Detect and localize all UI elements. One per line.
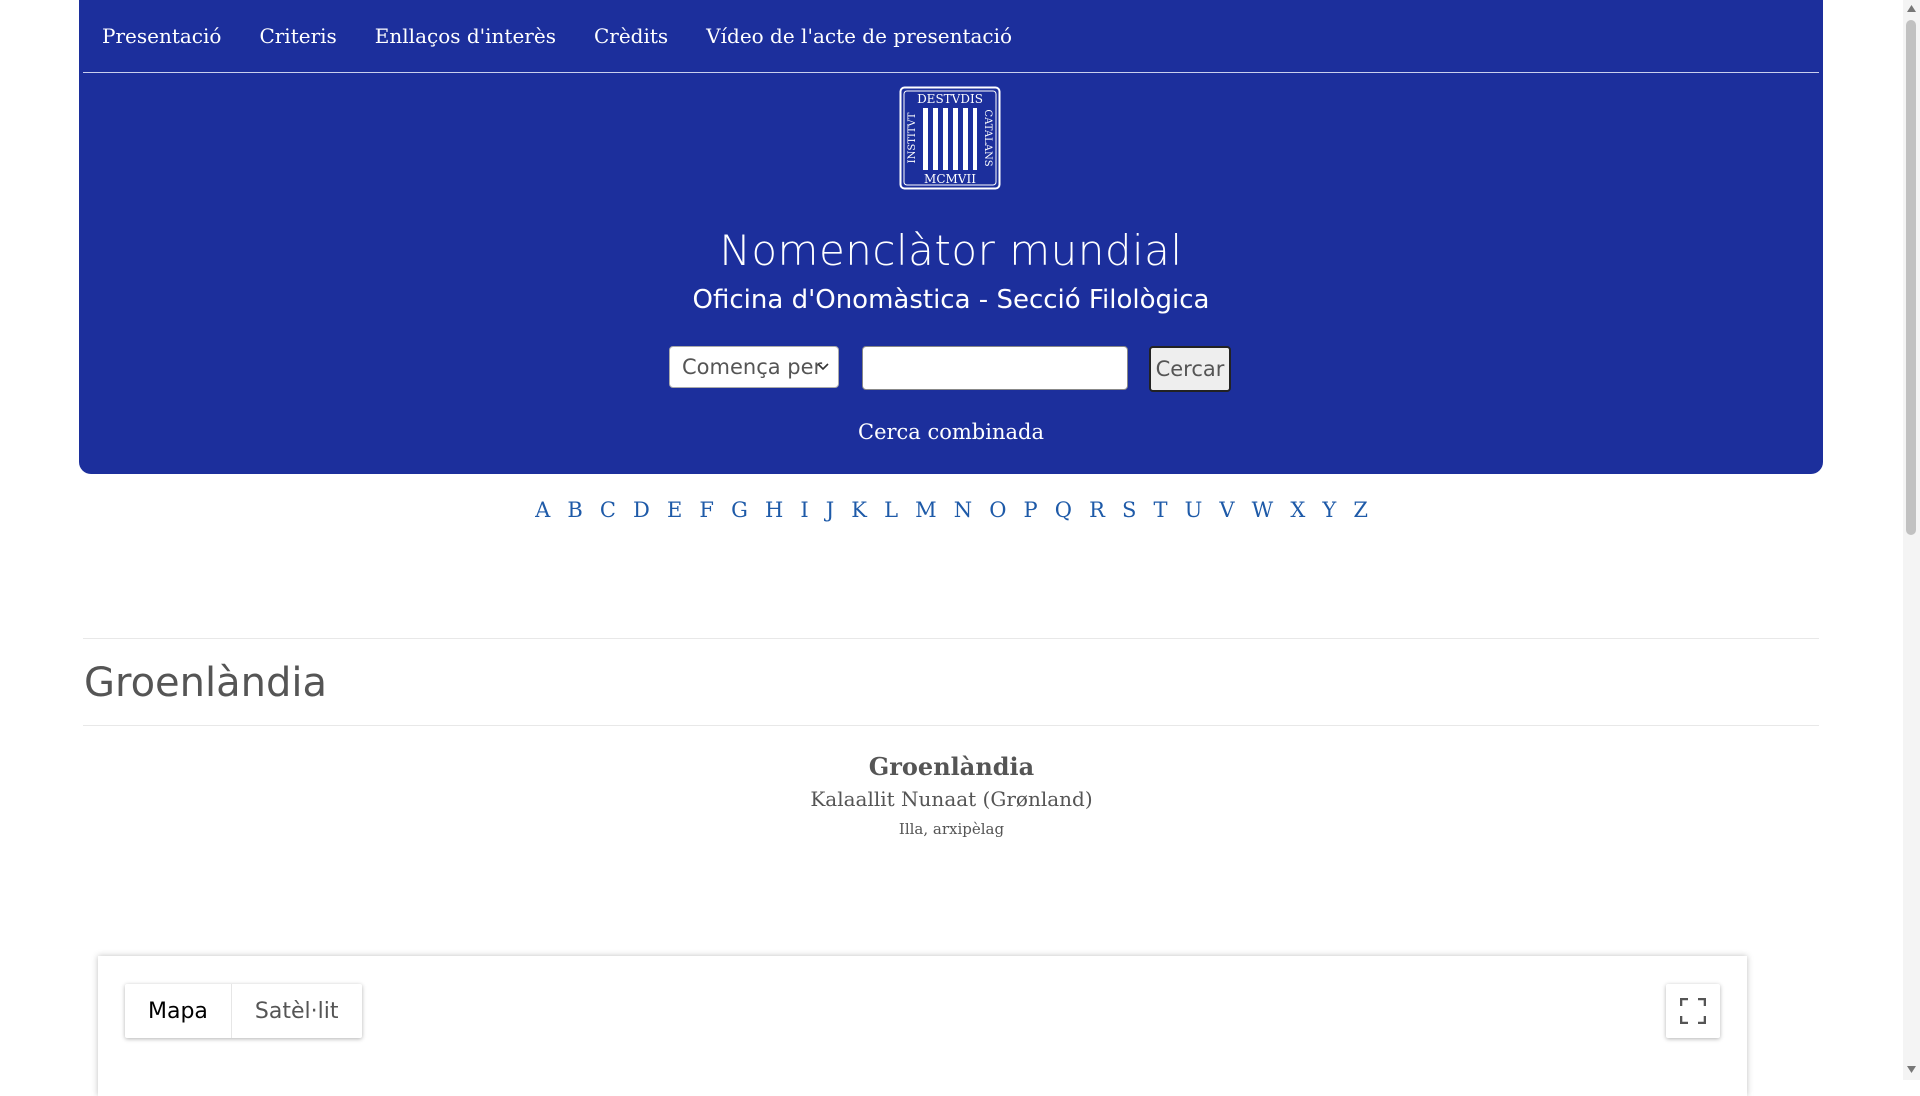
scroll-down-icon[interactable]: [1907, 1066, 1916, 1074]
letter-f[interactable]: F: [699, 498, 714, 522]
page-scrollbar[interactable]: [1903, 0, 1920, 1080]
entry-native-name: Kalaallit Nunaat (Grønland): [810, 787, 1093, 811]
letter-s[interactable]: S: [1122, 498, 1136, 522]
letter-h[interactable]: H: [765, 498, 783, 522]
fullscreen-icon: [1680, 998, 1706, 1024]
entry-type: Illa, arxipèlag: [898, 820, 1005, 838]
letter-z[interactable]: Z: [1353, 498, 1368, 522]
logo-bottom-text: MCMVII: [924, 172, 976, 186]
combined-search: Cerca combinada: [79, 420, 1823, 444]
letter-p[interactable]: P: [1024, 498, 1038, 522]
letter-e[interactable]: E: [667, 498, 682, 522]
site-subtitle: Oficina d'Onomàstica - Secció Filològica: [692, 285, 1210, 315]
nav-credits[interactable]: Crèdits: [594, 24, 668, 48]
scrollbar-thumb[interactable]: [1906, 20, 1916, 535]
letter-t[interactable]: T: [1153, 498, 1167, 522]
letter-v[interactable]: V: [1219, 498, 1234, 522]
letter-i[interactable]: I: [800, 498, 808, 522]
alphabet-index: A B C D E F G H I J K L M N O P Q R S T …: [0, 498, 1903, 522]
letter-q[interactable]: Q: [1055, 498, 1072, 522]
map-type-mapa-button[interactable]: Mapa: [125, 984, 232, 1038]
site-header: Presentació Criteris Enllaços d'interès …: [79, 0, 1823, 474]
entry-name: Groenlàndia: [868, 752, 1035, 781]
nav-criteris[interactable]: Criteris: [259, 24, 336, 48]
logo-left-text: INSTITVT: [907, 112, 918, 163]
search-bar: Comença per Cercar: [79, 346, 1823, 392]
search-mode-select[interactable]: Comença per: [669, 346, 839, 388]
page-title: Groenlàndia: [84, 660, 327, 706]
letter-b[interactable]: B: [567, 498, 582, 522]
letter-j[interactable]: J: [826, 498, 834, 522]
iec-seal-icon[interactable]: DESTVDIS MCMVII INSTITVT CATALANS: [899, 86, 1001, 190]
map-container[interactable]: Mapa Satèl·lit: [98, 956, 1747, 1096]
letter-c[interactable]: C: [600, 498, 616, 522]
fullscreen-button[interactable]: [1666, 984, 1720, 1038]
scroll-up-icon[interactable]: [1907, 4, 1916, 12]
search-mode-value: Comença per: [682, 355, 823, 379]
letter-d[interactable]: D: [633, 498, 650, 522]
letter-g[interactable]: G: [731, 498, 748, 522]
letter-x[interactable]: X: [1290, 498, 1305, 522]
divider: [83, 725, 1819, 726]
letter-n[interactable]: N: [954, 498, 972, 522]
combined-search-link[interactable]: Cerca combinada: [858, 420, 1044, 444]
map-type-control: Mapa Satèl·lit: [125, 984, 362, 1038]
search-button[interactable]: Cercar: [1149, 346, 1231, 392]
chevron-down-icon: [817, 363, 829, 371]
letter-o[interactable]: O: [989, 498, 1006, 522]
logo-top-text: DESTVDIS: [917, 92, 983, 106]
letter-m[interactable]: M: [915, 498, 937, 522]
letter-k[interactable]: K: [851, 498, 867, 522]
letter-r[interactable]: R: [1089, 498, 1105, 522]
logo-right-text: CATALANS: [982, 109, 993, 166]
letter-u[interactable]: U: [1185, 498, 1203, 522]
nav-video[interactable]: Vídeo de l'acte de presentació: [706, 24, 1012, 48]
divider: [83, 638, 1819, 639]
top-nav: Presentació Criteris Enllaços d'interès …: [83, 0, 1819, 73]
nav-enllacos[interactable]: Enllaços d'interès: [375, 24, 556, 48]
letter-y[interactable]: Y: [1322, 498, 1336, 522]
letter-a[interactable]: A: [535, 498, 550, 522]
letter-w[interactable]: W: [1252, 498, 1274, 522]
map-type-satellite-button[interactable]: Satèl·lit: [232, 984, 362, 1038]
nav-presentacio[interactable]: Presentació: [102, 24, 221, 48]
search-input[interactable]: [862, 346, 1128, 390]
letter-l[interactable]: L: [884, 498, 898, 522]
site-title: Nomenclàtor mundial: [719, 226, 1183, 275]
